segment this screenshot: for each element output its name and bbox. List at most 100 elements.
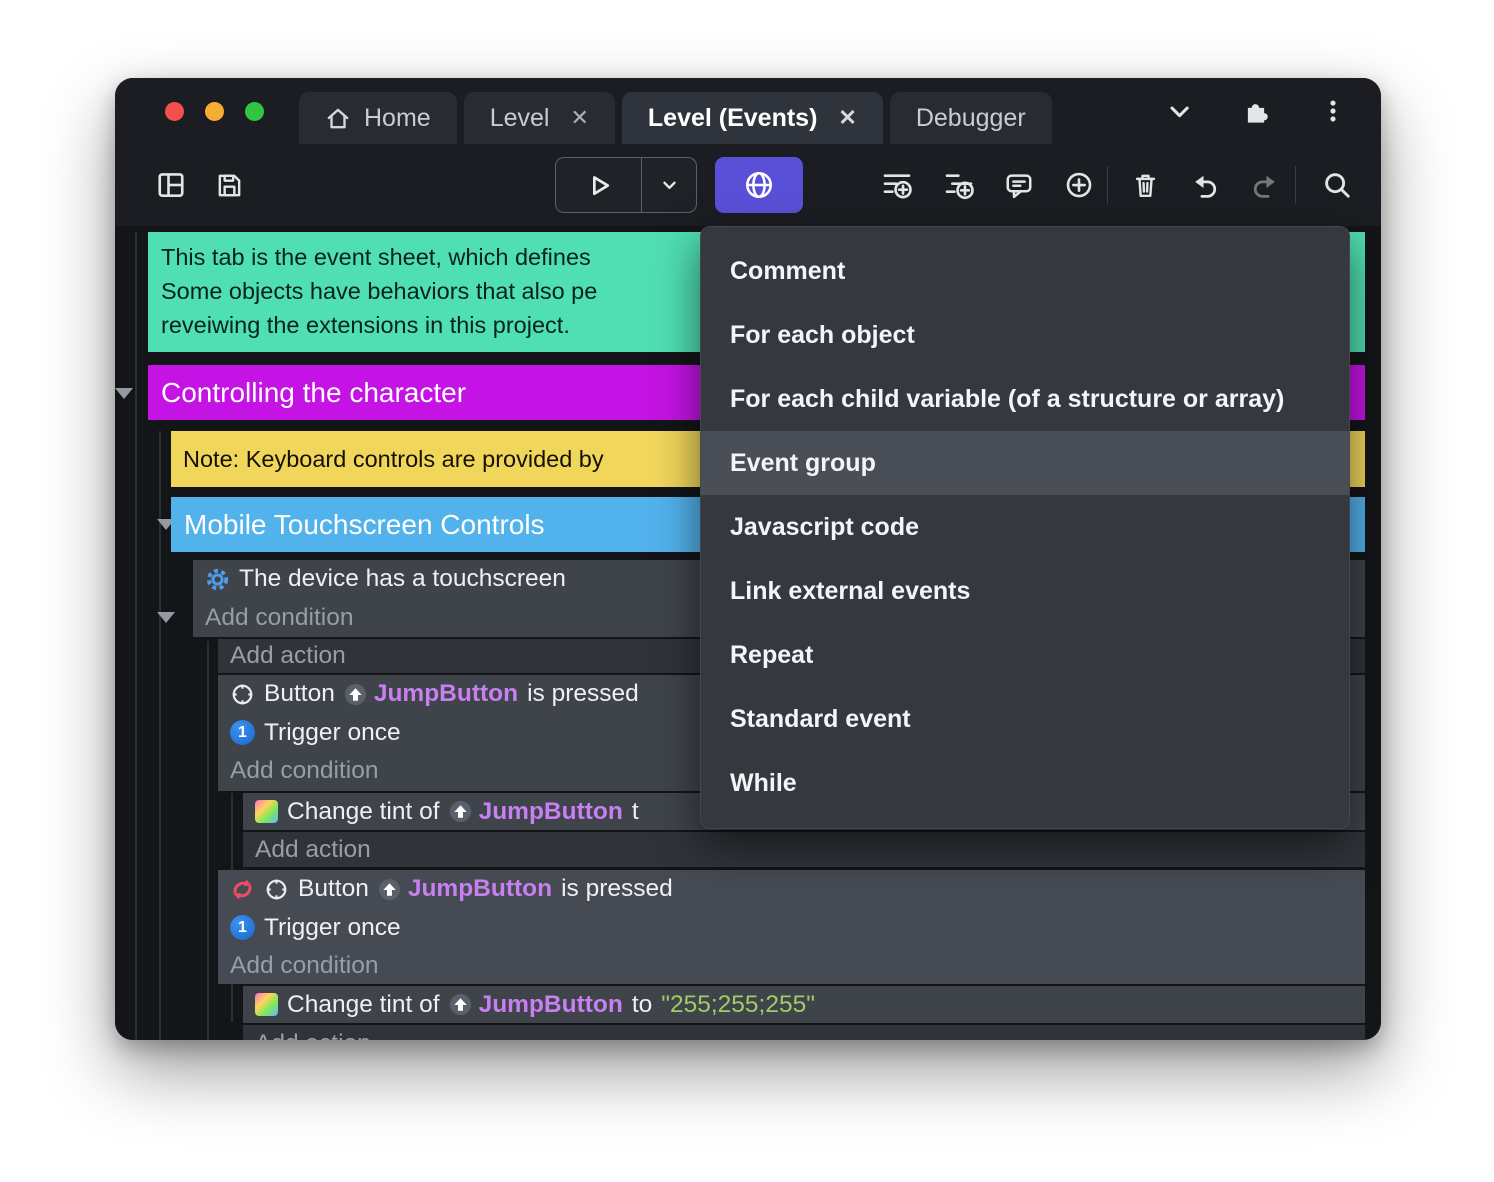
add-event-context-menu: Comment For each object For each child v… [700, 226, 1350, 829]
collapse-arrow-touch-event[interactable] [157, 612, 175, 623]
action-change-tint-2[interactable]: Change tint of JumpButton to "255;255;25… [243, 986, 1365, 1023]
menu-item-javascript-code[interactable]: Javascript code [701, 495, 1349, 559]
layout-panels-icon [156, 170, 186, 200]
group-title: Controlling the character [161, 376, 467, 408]
zoom-window-button[interactable] [245, 102, 264, 121]
condition-text: Trigger once [264, 718, 401, 746]
add-action-row[interactable]: Add action [243, 832, 1365, 867]
tab-level[interactable]: Level ✕ [463, 92, 615, 144]
globe-add-button[interactable] [715, 157, 803, 213]
indent-guide [207, 641, 209, 1040]
tint-icon [255, 993, 278, 1016]
tint-value: "255;255;255" [661, 990, 815, 1018]
globe-icon [743, 169, 775, 201]
extensions-puzzle-icon[interactable] [1241, 96, 1271, 126]
add-object-button[interactable] [1053, 157, 1105, 213]
titlebar-right-icons [1165, 96, 1347, 126]
action-text-cut: t [631, 797, 639, 825]
add-event-button[interactable] [871, 157, 923, 213]
delete-button[interactable] [1119, 157, 1171, 213]
redo-button[interactable] [1239, 157, 1291, 213]
undo-icon [1190, 170, 1220, 200]
indent-guide [135, 232, 137, 1040]
add-condition-link[interactable]: Add condition [218, 947, 1365, 986]
close-tab-icon[interactable]: ✕ [570, 105, 588, 131]
menu-item-standard-event[interactable]: Standard event [701, 687, 1349, 751]
object-name: JumpButton [373, 680, 519, 708]
tab-label: Debugger [915, 103, 1026, 132]
play-dropdown-button[interactable] [642, 158, 696, 212]
tab-debugger[interactable]: Debugger [889, 92, 1052, 144]
undo-button[interactable] [1179, 157, 1231, 213]
group-title: Mobile Touchscreen Controls [184, 508, 545, 540]
app-window: Home Level ✕ Level (Events) ✕ Debugger T… [115, 78, 1381, 1040]
tab-bar: Home Level ✕ Level (Events) ✕ Debugger [299, 92, 1052, 144]
condition-text: The device has a touchscreen [239, 565, 566, 593]
trigger-once-icon: 1 [230, 720, 255, 746]
save-button[interactable] [203, 157, 255, 213]
add-comment-button[interactable] [993, 157, 1045, 213]
home-icon [325, 105, 351, 131]
note-text: Note: Keyboard controls are provided by [183, 445, 604, 472]
event-jumpbutton-2[interactable]: Button JumpButton is pressed 1 Trigger o… [218, 870, 1365, 984]
button-plugin-icon [230, 682, 255, 707]
object-name: JumpButton [407, 875, 553, 903]
add-subevent-button[interactable] [933, 157, 985, 213]
tab-home[interactable]: Home [299, 92, 457, 144]
menu-item-for-each-object[interactable]: For each object [701, 303, 1349, 367]
toolbar-divider [1107, 166, 1108, 204]
menu-item-while[interactable]: While [701, 751, 1349, 815]
add-action-row-clipped[interactable]: Add action [243, 1025, 1365, 1040]
play-icon [585, 171, 613, 199]
action-text: Change tint of [287, 990, 440, 1018]
jumpbutton-object-icon [378, 878, 401, 901]
preview-button-group [555, 157, 697, 213]
trash-icon [1131, 171, 1160, 200]
plugin-name: Button [298, 875, 369, 903]
layout-panels-button[interactable] [145, 157, 197, 213]
gear-system-icon [205, 567, 230, 592]
tab-label: Home [364, 103, 431, 132]
object-chip: JumpButton [344, 680, 518, 708]
search-button[interactable] [1311, 157, 1363, 213]
chevron-down-icon[interactable] [1165, 97, 1193, 125]
toolbar-divider [1295, 166, 1296, 204]
add-action-link[interactable]: Add action [243, 832, 1365, 867]
jumpbutton-object-icon [449, 800, 472, 823]
chevron-down-icon [657, 173, 681, 197]
add-subevent-icon [943, 169, 975, 201]
menu-item-comment[interactable]: Comment [701, 239, 1349, 303]
tab-level-events[interactable]: Level (Events) ✕ [621, 92, 883, 144]
menu-item-for-each-child-variable[interactable]: For each child variable (of a structure … [701, 367, 1349, 431]
plus-circle-icon [1064, 170, 1094, 200]
menu-item-link-external-events[interactable]: Link external events [701, 559, 1349, 623]
redo-icon [1250, 170, 1280, 200]
search-icon [1322, 170, 1352, 200]
close-tab-icon[interactable]: ✕ [838, 105, 856, 131]
condition-row[interactable]: 1 Trigger once [218, 909, 1365, 948]
kebab-menu-icon[interactable] [1319, 97, 1347, 125]
condition-text: is pressed [561, 875, 673, 903]
toolbar [115, 144, 1381, 226]
add-action-link[interactable]: Add action [243, 1025, 1365, 1041]
trigger-once-icon: 1 [230, 915, 255, 941]
button-plugin-icon [264, 877, 289, 902]
play-button[interactable] [556, 158, 642, 212]
action-text: Change tint of [287, 797, 440, 825]
condition-text: is pressed [527, 680, 639, 708]
menu-item-repeat[interactable]: Repeat [701, 623, 1349, 687]
jumpbutton-object-icon [344, 683, 367, 706]
object-name: JumpButton [478, 797, 623, 825]
action-row[interactable]: Change tint of JumpButton to "255;255;25… [243, 986, 1365, 1023]
invert-red-arrows-icon [230, 877, 255, 902]
action-text: to [631, 990, 653, 1018]
close-window-button[interactable] [165, 102, 184, 121]
minimize-window-button[interactable] [205, 102, 224, 121]
add-event-icon [881, 169, 913, 201]
object-name: JumpButton [478, 990, 623, 1018]
collapse-arrow-controlling[interactable] [115, 388, 133, 399]
menu-item-event-group[interactable]: Event group [701, 431, 1349, 495]
plugin-name: Button [264, 680, 335, 708]
condition-row[interactable]: Button JumpButton is pressed [218, 870, 1365, 909]
condition-text: Trigger once [264, 913, 401, 941]
